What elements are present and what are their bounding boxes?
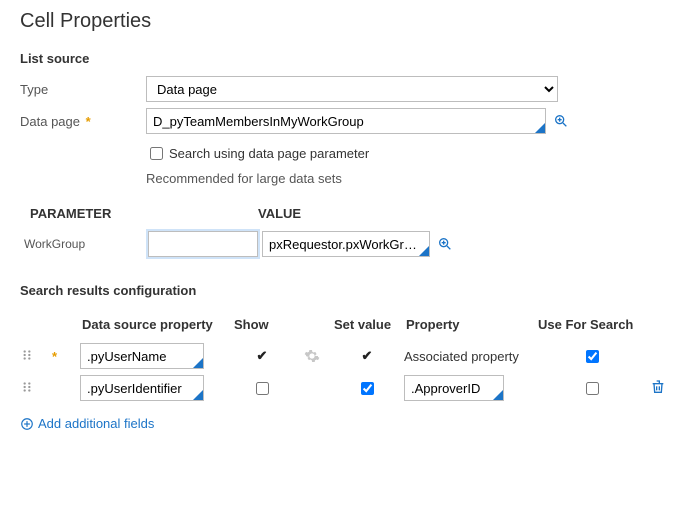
use-for-search-checkbox[interactable] bbox=[586, 382, 599, 395]
param-col-header: PARAMETER bbox=[30, 206, 258, 221]
magnify-icon[interactable] bbox=[552, 112, 570, 130]
gear-icon[interactable] bbox=[304, 348, 320, 364]
show-checkbox[interactable] bbox=[256, 382, 269, 395]
col-show: Show bbox=[232, 317, 292, 332]
type-label: Type bbox=[20, 82, 146, 97]
magnify-icon[interactable] bbox=[436, 235, 454, 253]
list-source-heading: List source bbox=[20, 51, 674, 66]
recommended-text: Recommended for large data sets bbox=[146, 171, 674, 186]
search-param-label: Search using data page parameter bbox=[169, 146, 369, 161]
page-title: Cell Properties bbox=[20, 10, 674, 33]
value-col-header: VALUE bbox=[258, 206, 301, 221]
col-use-for-search: Use For Search bbox=[536, 317, 648, 332]
results-heading: Search results configuration bbox=[20, 283, 674, 298]
param-name-label: WorkGroup bbox=[24, 237, 148, 251]
setvalue-locked-icon: ✔ bbox=[362, 348, 373, 364]
show-locked-icon: ✔ bbox=[257, 348, 268, 364]
table-row bbox=[20, 372, 674, 404]
required-asterisk: * bbox=[52, 349, 57, 364]
data-page-input[interactable] bbox=[146, 108, 546, 134]
associated-property-text: Associated property bbox=[404, 349, 519, 364]
results-header-row: Data source property Show Set value Prop… bbox=[20, 308, 674, 340]
col-set-value: Set value bbox=[332, 317, 402, 332]
data-source-input[interactable] bbox=[80, 343, 204, 369]
table-row: * ✔ ✔ Associated property bbox=[20, 340, 674, 372]
plus-circle-icon bbox=[20, 417, 34, 431]
use-for-search-checkbox[interactable] bbox=[586, 350, 599, 363]
param-input[interactable] bbox=[148, 231, 258, 257]
col-property: Property bbox=[404, 317, 534, 332]
search-param-checkbox[interactable] bbox=[150, 147, 163, 160]
set-value-checkbox[interactable] bbox=[361, 382, 374, 395]
add-fields-link[interactable]: Add additional fields bbox=[20, 416, 154, 431]
data-source-input[interactable] bbox=[80, 375, 204, 401]
data-page-label: Data page * bbox=[20, 114, 146, 129]
trash-icon[interactable] bbox=[650, 379, 666, 395]
col-data-source: Data source property bbox=[80, 317, 230, 332]
type-select[interactable]: Data page bbox=[146, 76, 558, 102]
required-asterisk: * bbox=[82, 114, 91, 129]
property-input[interactable] bbox=[404, 375, 504, 401]
drag-handle-icon[interactable] bbox=[20, 380, 36, 396]
drag-handle-icon[interactable] bbox=[20, 348, 36, 364]
param-value-input[interactable] bbox=[262, 231, 430, 257]
